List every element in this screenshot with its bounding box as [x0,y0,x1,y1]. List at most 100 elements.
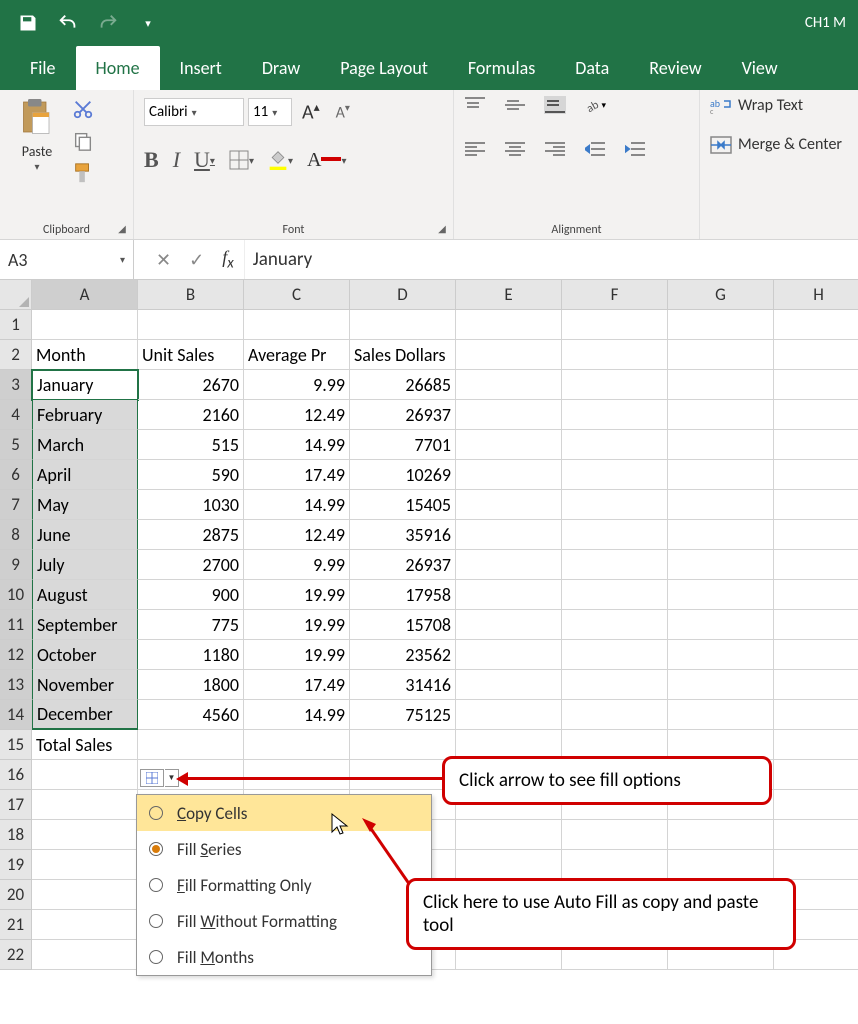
cell-D14[interactable]: 75125 [350,700,456,730]
cell-H17[interactable] [774,790,858,820]
cell-A8[interactable]: June [32,520,138,550]
align-right-icon[interactable] [544,140,566,158]
col-header-E[interactable]: E [456,280,562,310]
bold-button[interactable]: B [144,147,159,173]
row-header-9[interactable]: 9 [0,550,32,580]
borders-button[interactable]: ▾ [229,150,254,170]
cell-A9[interactable]: July [32,550,138,580]
underline-button[interactable]: U ▾ [194,147,215,173]
orientation-icon[interactable]: ab▾ [584,96,606,114]
tab-file[interactable]: File [10,46,76,90]
cell-C10[interactable]: 19.99 [244,580,350,610]
accept-formula-icon[interactable]: ✓ [189,249,204,271]
font-color-button[interactable]: A▾ [307,149,346,172]
align-bottom-icon[interactable] [544,96,566,114]
row-header-12[interactable]: 12 [0,640,32,670]
cell-D8[interactable]: 35916 [350,520,456,550]
row-header-18[interactable]: 18 [0,820,32,850]
row-header-1[interactable]: 1 [0,310,32,340]
autofill-option-fill-months[interactable]: Fill Months [137,939,431,975]
cell-E1[interactable] [456,310,562,340]
italic-button[interactable]: I [173,147,180,173]
tab-insert[interactable]: Insert [160,46,242,90]
cell-F6[interactable] [562,460,668,490]
tab-home[interactable]: Home [76,46,160,90]
cell-C9[interactable]: 9.99 [244,550,350,580]
cell-H4[interactable] [774,400,858,430]
col-header-G[interactable]: G [668,280,774,310]
row-header-20[interactable]: 20 [0,880,32,910]
cell-B15[interactable] [138,730,244,760]
cell-C4[interactable]: 12.49 [244,400,350,430]
cell-B14[interactable]: 4560 [138,700,244,730]
cell-G12[interactable] [668,640,774,670]
row-header-7[interactable]: 7 [0,490,32,520]
cell-F13[interactable] [562,670,668,700]
cell-A2[interactable]: Month [32,340,138,370]
qat-customize-icon[interactable]: ▾ [128,8,168,38]
tab-formulas[interactable]: Formulas [448,46,555,90]
cell-H19[interactable] [774,850,858,880]
cell-F19[interactable] [562,850,668,880]
cell-F18[interactable] [562,820,668,850]
cell-H15[interactable] [774,730,858,760]
cell-F12[interactable] [562,640,668,670]
format-painter-icon[interactable] [70,160,96,186]
cell-H2[interactable] [774,340,858,370]
cell-G10[interactable] [668,580,774,610]
fill-color-button[interactable]: ▾ [268,150,293,170]
cell-H16[interactable] [774,760,858,790]
cell-C11[interactable]: 19.99 [244,610,350,640]
decrease-font-icon[interactable]: A▾ [330,101,356,122]
select-all-corner[interactable] [0,280,32,310]
cell-E8[interactable] [456,520,562,550]
autofill-options-button[interactable] [140,769,164,787]
cell-D9[interactable]: 26937 [350,550,456,580]
cell-B13[interactable]: 1800 [138,670,244,700]
cell-C8[interactable]: 12.49 [244,520,350,550]
cell-A1[interactable] [32,310,138,340]
cell-E19[interactable] [456,850,562,880]
cell-A19[interactable] [32,850,138,880]
cell-G13[interactable] [668,670,774,700]
cell-D3[interactable]: 26685 [350,370,456,400]
cell-A10[interactable]: August [32,580,138,610]
row-header-16[interactable]: 16 [0,760,32,790]
increase-font-icon[interactable]: A▴ [296,100,326,125]
cell-F11[interactable] [562,610,668,640]
cell-G5[interactable] [668,430,774,460]
cell-H8[interactable] [774,520,858,550]
cell-G6[interactable] [668,460,774,490]
cell-B3[interactable]: 2670 [138,370,244,400]
row-header-6[interactable]: 6 [0,460,32,490]
decrease-indent-icon[interactable] [584,140,606,158]
paste-button[interactable]: Paste ▾ [10,96,64,186]
save-icon[interactable] [8,8,48,38]
cell-B8[interactable]: 2875 [138,520,244,550]
cell-H13[interactable] [774,670,858,700]
row-header-19[interactable]: 19 [0,850,32,880]
cell-E10[interactable] [456,580,562,610]
cell-E9[interactable] [456,550,562,580]
font-name-dropdown[interactable]: Calibri▾ [144,98,244,126]
cell-B5[interactable]: 515 [138,430,244,460]
cell-C3[interactable]: 9.99 [244,370,350,400]
cell-H10[interactable] [774,580,858,610]
cell-A20[interactable] [32,880,138,910]
cell-E12[interactable] [456,640,562,670]
row-header-13[interactable]: 13 [0,670,32,700]
cell-H7[interactable] [774,490,858,520]
cell-C16[interactable] [244,760,350,790]
cell-F3[interactable] [562,370,668,400]
align-center-icon[interactable] [504,140,526,158]
row-header-15[interactable]: 15 [0,730,32,760]
undo-icon[interactable] [48,8,88,38]
cell-A13[interactable]: November [32,670,138,700]
cell-F2[interactable] [562,340,668,370]
align-top-icon[interactable] [464,96,486,114]
col-header-D[interactable]: D [350,280,456,310]
cell-F7[interactable] [562,490,668,520]
cell-B1[interactable] [138,310,244,340]
cell-E11[interactable] [456,610,562,640]
cell-B7[interactable]: 1030 [138,490,244,520]
